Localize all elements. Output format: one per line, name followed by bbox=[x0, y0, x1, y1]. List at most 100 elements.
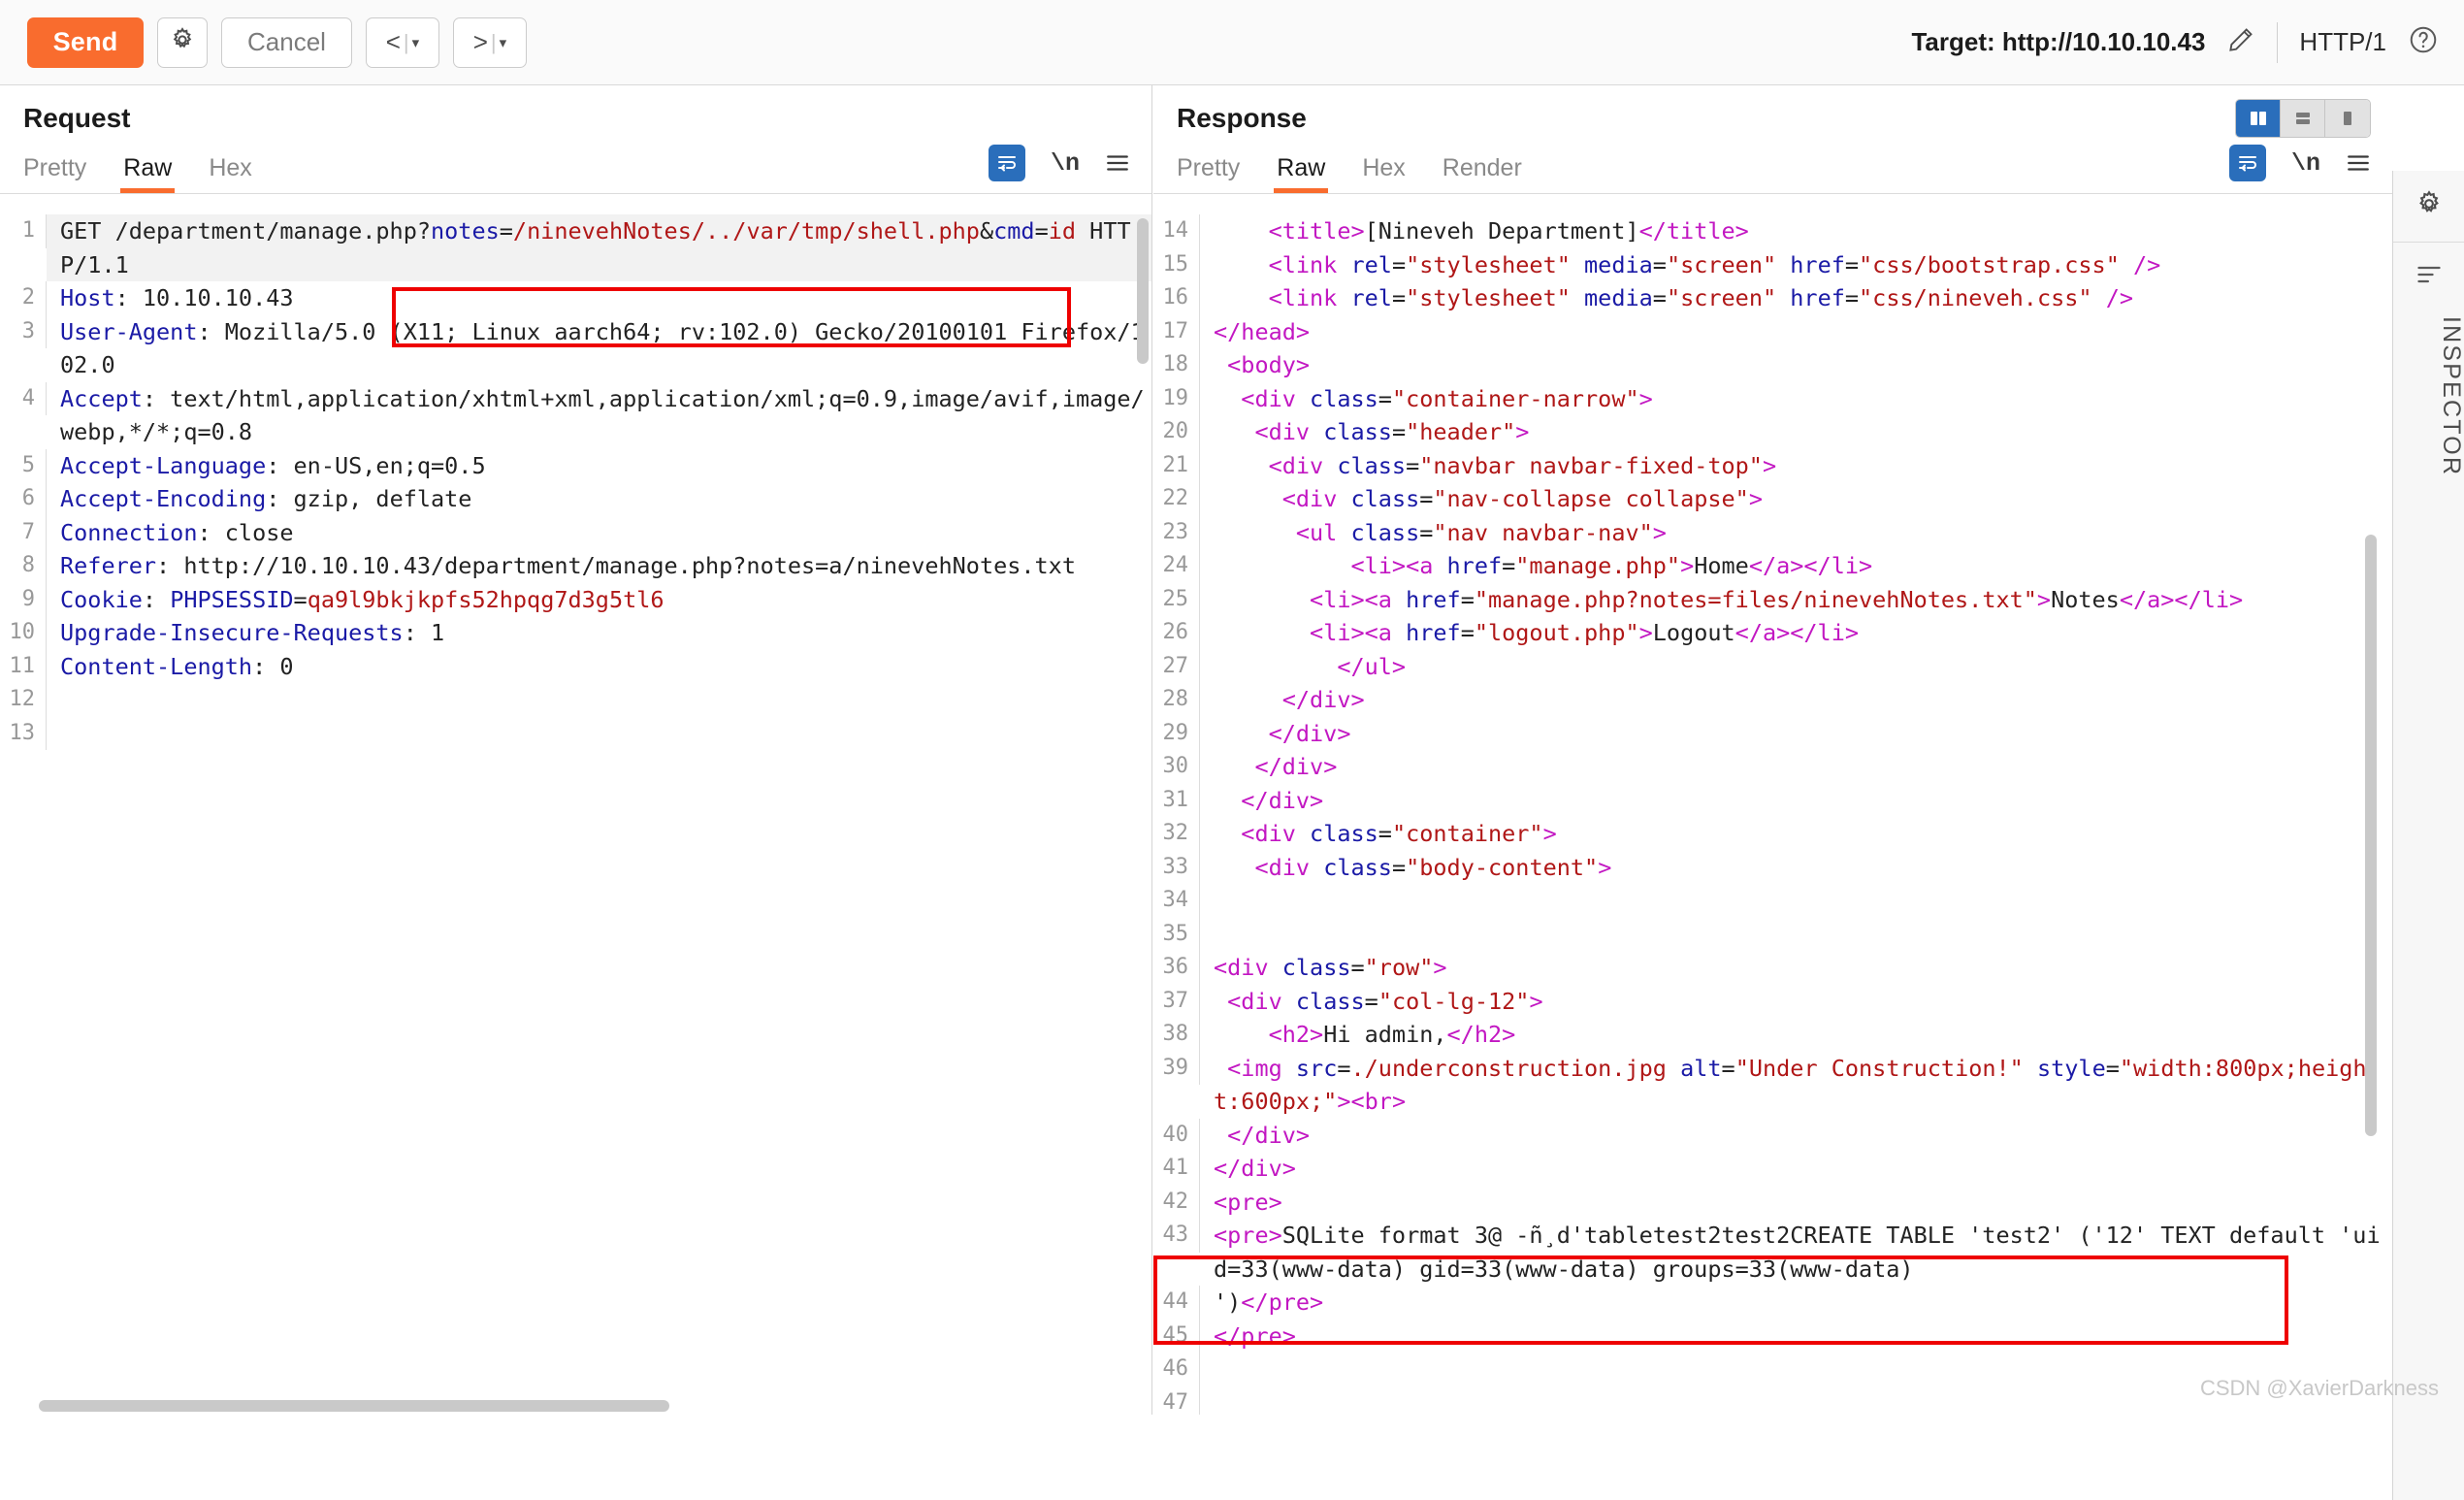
code-line-text[interactable]: <div class="container"> bbox=[1200, 817, 2392, 851]
response-word-wrap-button[interactable] bbox=[2229, 145, 2266, 181]
code-token: </pre> bbox=[1214, 1322, 1296, 1350]
response-newline-button[interactable]: \n bbox=[2291, 149, 2320, 178]
code-line-text[interactable]: <div class="row"> bbox=[1200, 951, 2392, 985]
chevron-down-icon[interactable]: ▾ bbox=[500, 34, 507, 51]
response-editor[interactable]: 14 <title>[Nineveh Department]</title>15… bbox=[1153, 214, 2392, 1415]
code-line-text[interactable]: <div class="header"> bbox=[1200, 415, 2392, 449]
code-line-text[interactable]: <link rel="stylesheet" media="screen" hr… bbox=[1200, 281, 2392, 315]
request-horizontal-scrollbar[interactable] bbox=[39, 1400, 669, 1412]
code-line-text[interactable]: Content-Length: 0 bbox=[47, 650, 1151, 684]
code-line-text[interactable]: <h2>Hi admin,</h2> bbox=[1200, 1018, 2392, 1052]
line-number: 17 bbox=[1153, 315, 1200, 349]
tab-response-render[interactable]: Render bbox=[1443, 154, 1522, 193]
tab-response-hex[interactable]: Hex bbox=[1362, 154, 1405, 193]
line-number: 5 bbox=[0, 449, 47, 483]
code-line-text[interactable]: Accept-Encoding: gzip, deflate bbox=[47, 482, 1151, 516]
code-line-text[interactable]: <pre> bbox=[1200, 1186, 2392, 1220]
code-line-text[interactable]: User-Agent: Mozilla/5.0 (X11; Linux aarc… bbox=[47, 315, 1151, 382]
layout-single-pane-button[interactable] bbox=[2325, 100, 2370, 137]
code-token: = bbox=[1378, 820, 1392, 847]
code-line-text[interactable]: Connection: close bbox=[47, 516, 1151, 550]
line-number: 20 bbox=[1153, 415, 1200, 449]
code-line-text[interactable]: <link rel="stylesheet" media="screen" hr… bbox=[1200, 248, 2392, 282]
tab-request-raw[interactable]: Raw bbox=[123, 154, 172, 193]
request-menu-button[interactable] bbox=[1105, 150, 1130, 176]
previous-request-button[interactable]: < | ▾ bbox=[366, 17, 439, 68]
code-line-text[interactable]: </div> bbox=[1200, 784, 2392, 818]
code-line-text[interactable] bbox=[1200, 918, 2392, 952]
request-editor[interactable]: 1GET /department/manage.php?notes=/ninev… bbox=[0, 214, 1151, 1415]
code-line: 2Host: 10.10.10.43 bbox=[0, 281, 1151, 315]
code-token: media bbox=[1584, 251, 1653, 278]
inspector-toggle-label[interactable]: INSPECTOR bbox=[2393, 316, 2464, 476]
code-line-text[interactable]: <div class="body-content"> bbox=[1200, 851, 2392, 885]
code-line-text[interactable]: </pre> bbox=[1200, 1320, 2392, 1353]
response-code-lines: 14 <title>[Nineveh Department]</title>15… bbox=[1153, 214, 2392, 1415]
request-settings-button[interactable] bbox=[157, 17, 208, 68]
code-line-text[interactable]: <li><a href="logout.php">Logout</a></li> bbox=[1200, 616, 2392, 650]
code-line-text[interactable]: </head> bbox=[1200, 315, 2392, 349]
code-token: <li> bbox=[1350, 552, 1406, 579]
code-line-text[interactable]: <ul class="nav navbar-nav"> bbox=[1200, 516, 2392, 550]
code-line-text[interactable]: <pre>SQLite format 3@ -ñ¸d'tabletest2tes… bbox=[1200, 1219, 2392, 1286]
code-token: <div bbox=[1282, 485, 1351, 512]
code-line-text[interactable]: </div> bbox=[1200, 717, 2392, 751]
code-line-text[interactable] bbox=[47, 717, 1151, 751]
code-line-text[interactable]: Host: 10.10.10.43 bbox=[47, 281, 1151, 315]
code-line-text[interactable]: </div> bbox=[1200, 683, 2392, 717]
code-line-text[interactable]: </div> bbox=[1200, 1119, 2392, 1153]
line-number: 32 bbox=[1153, 817, 1200, 851]
code-token: Accept-Language bbox=[60, 452, 266, 479]
code-line-text[interactable]: <div class="col-lg-12"> bbox=[1200, 985, 2392, 1019]
cancel-button[interactable]: Cancel bbox=[221, 17, 352, 68]
code-line-text[interactable]: </div> bbox=[1200, 1152, 2392, 1186]
tab-response-raw[interactable]: Raw bbox=[1277, 154, 1325, 193]
code-line-text[interactable]: <img src=./underconstruction.jpg alt="Un… bbox=[1200, 1052, 2392, 1119]
code-token: = bbox=[1502, 552, 1515, 579]
response-vertical-scrollbar[interactable] bbox=[2365, 535, 2377, 1136]
code-line-text[interactable]: </div> bbox=[1200, 750, 2392, 784]
rail-list-button[interactable] bbox=[2393, 243, 2464, 310]
code-line-text[interactable]: <div class="navbar navbar-fixed-top"> bbox=[1200, 449, 2392, 483]
code-line-text[interactable]: Accept-Language: en-US,en;q=0.5 bbox=[47, 449, 1151, 483]
layout-vertical-split-button[interactable] bbox=[2236, 100, 2281, 137]
response-menu-button[interactable] bbox=[2346, 150, 2371, 176]
tab-response-pretty[interactable]: Pretty bbox=[1177, 154, 1240, 193]
code-line-text[interactable]: Accept: text/html,application/xhtml+xml,… bbox=[47, 382, 1151, 449]
request-vertical-scrollbar[interactable] bbox=[1137, 218, 1149, 364]
code-line-text[interactable]: Cookie: PHPSESSID=qa9l9bkjkpfs52hpqg7d3g… bbox=[47, 583, 1151, 617]
code-line-text[interactable]: <li><a href="manage.php?notes=files/nine… bbox=[1200, 583, 2392, 617]
code-line-text[interactable]: ')</pre> bbox=[1200, 1286, 2392, 1320]
code-line-text[interactable]: Referer: http://10.10.10.43/department/m… bbox=[47, 549, 1151, 583]
line-number: 26 bbox=[1153, 616, 1200, 650]
code-token: = bbox=[1392, 854, 1406, 881]
code-line-text[interactable]: <title>[Nineveh Department]</title> bbox=[1200, 214, 2392, 248]
layout-horizontal-split-button[interactable] bbox=[2281, 100, 2325, 137]
code-line-text[interactable] bbox=[47, 683, 1151, 717]
code-line-text[interactable]: <div class="container-narrow"> bbox=[1200, 382, 2392, 416]
line-number: 19 bbox=[1153, 382, 1200, 416]
code-line-text[interactable]: <div class="nav-collapse collapse"> bbox=[1200, 482, 2392, 516]
code-token: > bbox=[1433, 954, 1446, 981]
request-newline-button[interactable]: \n bbox=[1051, 149, 1080, 178]
tab-request-pretty[interactable]: Pretty bbox=[23, 154, 86, 193]
code-line-text[interactable]: Upgrade-Insecure-Requests: 1 bbox=[47, 616, 1151, 650]
code-line-text[interactable]: GET /department/manage.php?notes=/nineve… bbox=[47, 214, 1151, 281]
chevron-down-icon[interactable]: ▾ bbox=[412, 34, 420, 51]
code-line-text[interactable] bbox=[1200, 884, 2392, 918]
next-request-button[interactable]: > | ▾ bbox=[453, 17, 527, 68]
code-line-text[interactable]: <li><a href="manage.php">Home</a></li> bbox=[1200, 549, 2392, 583]
tab-request-hex[interactable]: Hex bbox=[209, 154, 251, 193]
line-number: 27 bbox=[1153, 650, 1200, 684]
help-button[interactable] bbox=[2408, 24, 2439, 60]
code-line: 12 bbox=[0, 683, 1151, 717]
send-button[interactable]: Send bbox=[27, 17, 144, 68]
line-number: 12 bbox=[0, 683, 47, 717]
code-line-text[interactable]: </ul> bbox=[1200, 650, 2392, 684]
code-line-text[interactable]: <body> bbox=[1200, 348, 2392, 382]
edit-target-button[interactable] bbox=[2226, 25, 2255, 59]
rail-settings-button[interactable] bbox=[2393, 171, 2464, 243]
request-word-wrap-button[interactable] bbox=[989, 145, 1025, 181]
http-version-label[interactable]: HTTP/1 bbox=[2299, 27, 2386, 57]
code-token: rel bbox=[1350, 251, 1391, 278]
